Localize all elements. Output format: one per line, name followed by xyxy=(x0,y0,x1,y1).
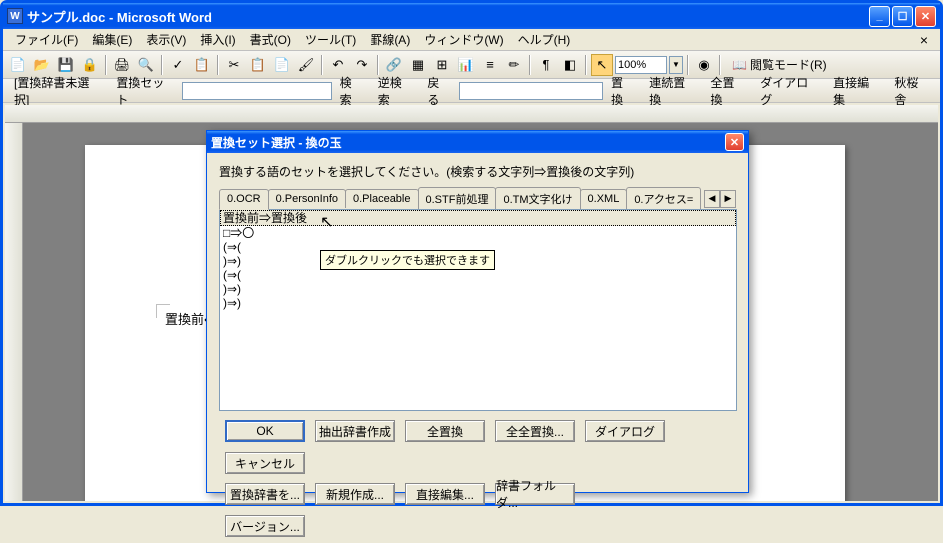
all-all-replace-button[interactable]: 全全置換... xyxy=(495,420,575,442)
tab-tm[interactable]: 0.TM文字化け xyxy=(495,187,580,210)
ok-button[interactable]: OK xyxy=(225,420,305,442)
tab-stf[interactable]: 0.STF前処理 xyxy=(418,187,497,210)
cancel-button[interactable]: キャンセル xyxy=(225,452,305,474)
horizontal-ruler[interactable] xyxy=(5,105,938,123)
tab-placeable[interactable]: 0.Placeable xyxy=(345,189,419,208)
tab-ocr[interactable]: 0.OCR xyxy=(219,189,269,210)
menu-window[interactable]: ウィンドウ(W) xyxy=(418,29,509,50)
window-title: サンプル.doc - Microsoft Word xyxy=(27,7,869,26)
menu-view[interactable]: 表示(V) xyxy=(140,29,192,50)
list-item[interactable]: )⇒) xyxy=(220,282,736,296)
menu-edit[interactable]: 編集(E) xyxy=(86,29,138,50)
all-replace-button2[interactable]: 全置換 xyxy=(405,420,485,442)
research-icon[interactable]: 📋 xyxy=(191,54,213,76)
minimize-button[interactable]: _ xyxy=(869,6,890,27)
cut-icon[interactable]: ✂ xyxy=(223,54,245,76)
dialog-button2[interactable]: ダイアログ xyxy=(585,420,665,442)
main-window: W サンプル.doc - Microsoft Word _ ☐ ✕ ファイル(F… xyxy=(0,0,943,506)
word-app-icon: W xyxy=(7,8,23,24)
copy-icon[interactable]: 📋 xyxy=(247,54,269,76)
extract-dict-button[interactable]: 抽出辞書作成 xyxy=(315,420,395,442)
excel-icon[interactable]: 📊 xyxy=(455,54,477,76)
paste-icon[interactable]: 📄 xyxy=(271,54,293,76)
dialog-close-button[interactable]: ✕ xyxy=(725,133,744,151)
tab-personinfo[interactable]: 0.PersonInfo xyxy=(268,189,346,208)
close-button[interactable]: ✕ xyxy=(915,6,936,27)
tabs-scroll-left[interactable]: ◀ xyxy=(704,190,720,208)
menu-file[interactable]: ファイル(F) xyxy=(9,29,84,50)
format-painter-icon[interactable]: 🖌 xyxy=(295,54,317,76)
replace-set-dialog: 置換セット選択 - 換の玉 ✕ 置換する語のセットを選択してください。(検索する… xyxy=(206,130,749,493)
tab-xml[interactable]: 0.XML xyxy=(580,189,628,208)
search-input[interactable] xyxy=(182,82,331,100)
tooltip: ダブルクリックでも選択できます xyxy=(320,250,495,270)
docmap-icon[interactable]: ¶ xyxy=(535,54,557,76)
dialog-titlebar: 置換セット選択 - 換の玉 ✕ xyxy=(207,131,748,153)
version-button[interactable]: バージョン... xyxy=(225,515,305,537)
list-item[interactable]: (⇒( xyxy=(220,268,736,282)
dict-to-button[interactable]: 置換辞書を... xyxy=(225,483,305,505)
tabs-scroll-right[interactable]: ▶ xyxy=(720,190,736,208)
maximize-button[interactable]: ☐ xyxy=(892,6,913,27)
menu-help[interactable]: ヘルプ(H) xyxy=(512,29,577,50)
showhide-icon[interactable]: ◧ xyxy=(559,54,581,76)
menu-table[interactable]: 罫線(A) xyxy=(364,29,416,50)
replace-listbox[interactable]: 置換前⇒置換後 □⇒〇 (⇒( )⇒) (⇒( )⇒) )⇒) ↖ ダブルクリッ… xyxy=(219,209,737,411)
menu-format[interactable]: 書式(O) xyxy=(244,29,297,50)
replace-input[interactable] xyxy=(459,82,604,100)
list-item[interactable]: □⇒〇 xyxy=(220,226,736,240)
menubar: ファイル(F) 編集(E) 表示(V) 挿入(I) 書式(O) ツール(T) 罫… xyxy=(3,29,940,51)
tabs-row: 0.OCR 0.PersonInfo 0.Placeable 0.STF前処理 … xyxy=(219,188,736,209)
dialog-title: 置換セット選択 - 換の玉 xyxy=(211,134,725,151)
replace-toolbar: [置換辞書未選択] 置換セット 検索 逆検索 戻る 置換 連続置換 全置換 ダイ… xyxy=(3,79,940,103)
dialog-instruction: 置換する語のセットを選択してください。(検索する文字列⇒置換後の文字列) xyxy=(219,163,736,180)
columns-icon[interactable]: ≡ xyxy=(479,54,501,76)
menu-insert[interactable]: 挿入(I) xyxy=(194,29,241,50)
doc-close-button[interactable]: × xyxy=(914,32,934,48)
drawing-icon[interactable]: ✏ xyxy=(503,54,525,76)
list-item[interactable]: 置換前⇒置換後 xyxy=(220,210,736,226)
direct-edit-button2[interactable]: 直接編集... xyxy=(405,483,485,505)
tab-access[interactable]: 0.アクセス= xyxy=(626,187,701,210)
list-item[interactable]: )⇒) xyxy=(220,296,736,310)
dict-folder-button[interactable]: 辞書フォルダ... xyxy=(495,483,575,505)
titlebar: W サンプル.doc - Microsoft Word _ ☐ ✕ xyxy=(3,3,940,29)
new-button[interactable]: 新規作成... xyxy=(315,483,395,505)
vertical-ruler[interactable] xyxy=(5,123,23,501)
menu-tools[interactable]: ツール(T) xyxy=(299,29,362,50)
